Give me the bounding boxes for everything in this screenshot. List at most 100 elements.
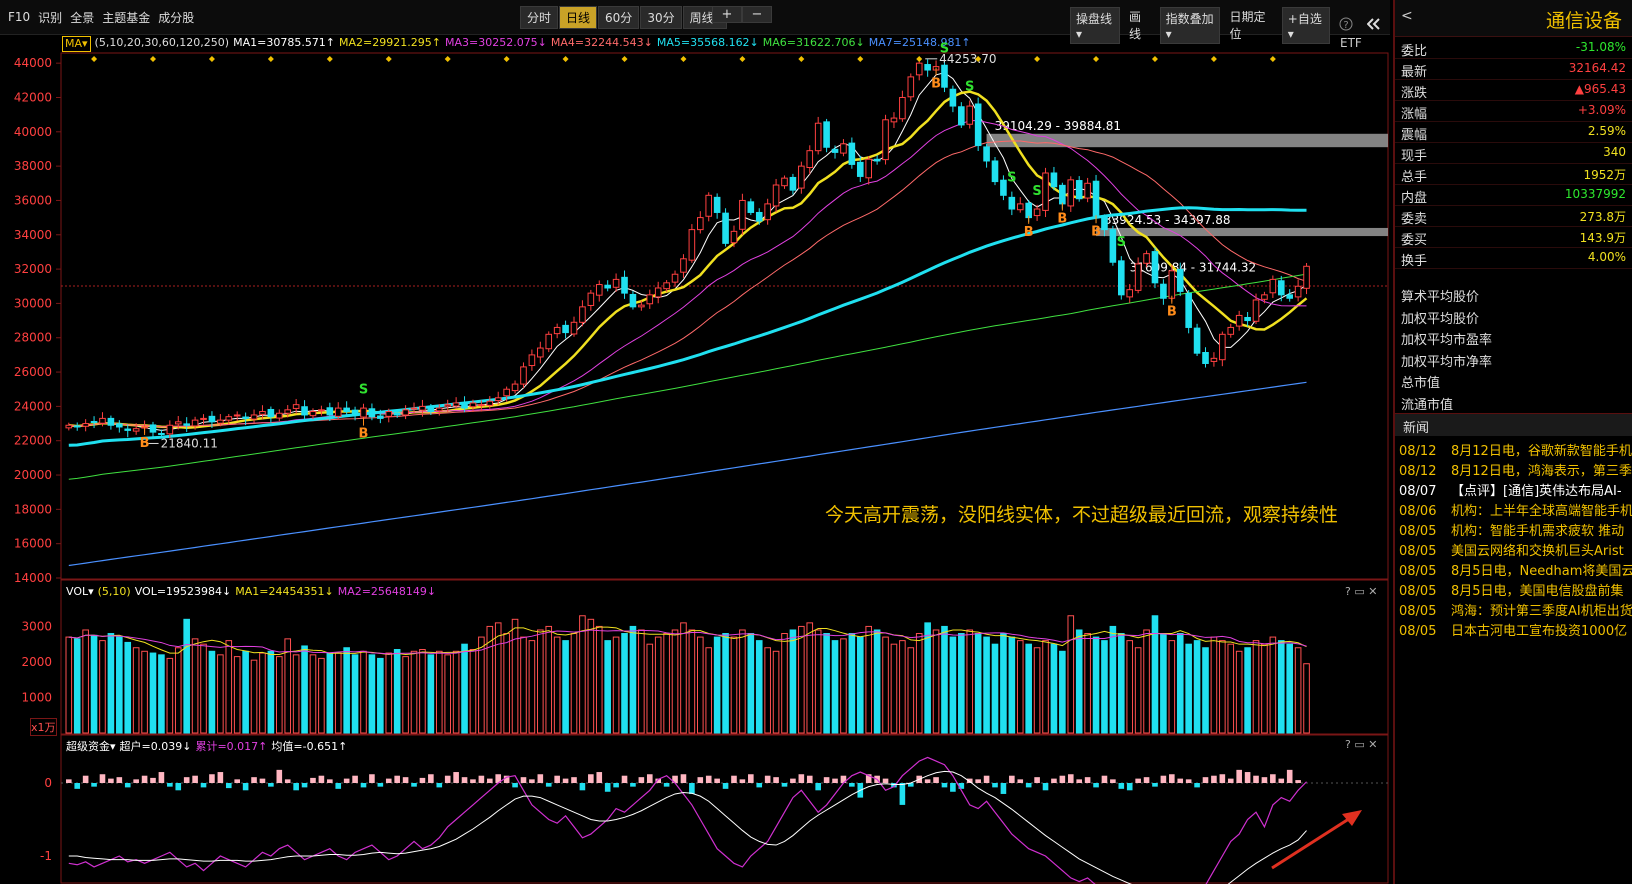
candle-body — [1235, 314, 1243, 327]
volume-bar — [503, 633, 510, 734]
fund-bar — [512, 783, 518, 788]
vol-panel-controls[interactable]: ? ▭ ✕ — [1345, 585, 1377, 598]
candle-body — [276, 412, 283, 419]
volume-bar — [1016, 640, 1024, 734]
vol-selector[interactable]: VOL▾ — [66, 585, 94, 598]
candle-body — [562, 324, 569, 334]
volume-bar — [654, 636, 662, 734]
fund-bar — [436, 783, 443, 788]
candle-body — [890, 117, 898, 123]
volume-bar — [73, 638, 81, 734]
vol-legend: VOL▾ (5,10) VOL=19523984↓ MA1=24454351↓ … — [66, 585, 440, 598]
volume-bar — [1210, 636, 1218, 734]
candle-body — [309, 411, 317, 417]
fund-bar — [259, 778, 266, 783]
fund-bar — [638, 777, 645, 783]
volume-bar — [259, 652, 266, 734]
fund-bar — [293, 783, 299, 791]
news-item[interactable]: 08/05 日本古河电工宣布投资1000亿 — [1399, 620, 1632, 640]
news-date: 08/06 — [1399, 504, 1437, 519]
volume-bar — [1050, 643, 1058, 734]
fund-bar — [1185, 779, 1192, 783]
fund-cumulative-value: 累计=0.017↑ — [195, 740, 268, 753]
volume-bar — [1176, 633, 1184, 734]
fund-bar — [192, 775, 198, 783]
volume-bar — [65, 636, 73, 734]
volume-bar — [107, 633, 115, 734]
candle-body — [1126, 289, 1134, 298]
candle-body — [444, 404, 451, 407]
candle-body — [764, 203, 771, 221]
fund-bar — [1067, 774, 1074, 783]
volume-bar — [191, 638, 199, 734]
volume-bar — [326, 652, 334, 734]
volume-bar — [941, 625, 948, 734]
news-item[interactable]: 08/05 美国云网络和交换机巨头Arist — [1399, 540, 1632, 560]
candle-body — [1134, 263, 1142, 291]
fund-bar — [1051, 778, 1057, 783]
quote-row-label: 震幅 — [1401, 128, 1428, 143]
volume-bar — [494, 622, 502, 734]
volume-bar — [1294, 647, 1302, 734]
candle-body — [318, 409, 325, 412]
fund-bar — [554, 775, 560, 783]
fund-bar — [116, 777, 123, 783]
price-tick: 16000 — [14, 537, 52, 551]
news-item[interactable]: 08/12 8月12日电，谷歌新款智能手机 — [1399, 440, 1632, 460]
candle-body — [1084, 182, 1091, 199]
fund-bar — [82, 775, 89, 783]
candle-body — [166, 424, 174, 435]
vol-value: VOL=19523984↓ — [134, 585, 232, 598]
price-tick: 30000 — [14, 296, 52, 310]
news-item[interactable]: 08/12 8月12日电，鸿海表示，第三季 — [1399, 460, 1632, 480]
volume-bar — [377, 657, 384, 734]
price-tick: 24000 — [14, 399, 52, 413]
candle-body — [242, 416, 249, 419]
fund-selector[interactable]: 超级资金▾ — [66, 738, 116, 754]
news-item[interactable]: 08/05 鸿海：预计第三季度AI机柜出货 — [1399, 600, 1632, 620]
quote-row-value: 273.8万 — [1579, 210, 1626, 224]
volume-bar — [132, 647, 140, 734]
candle-body — [343, 407, 350, 413]
candle-body — [654, 287, 662, 298]
volume-bar — [1092, 636, 1100, 734]
news-item[interactable]: 08/05 机构：智能手机需求疲软 推动 — [1399, 520, 1632, 540]
candle-body — [452, 402, 460, 407]
fund-panel-controls[interactable]: ? ▭ ✕ — [1345, 738, 1377, 751]
sell-signal: S — [1007, 171, 1016, 186]
news-headline: 机构：智能手机需求疲软 推动 — [1451, 524, 1625, 539]
fund-bar — [428, 774, 434, 783]
fund-bar — [284, 779, 291, 783]
fund-bar — [487, 778, 493, 783]
volume-bar — [924, 622, 931, 734]
candle-body — [1193, 327, 1201, 354]
fund-bar — [790, 778, 796, 783]
news-item[interactable]: 08/07 【点评】[通信]英伟达布局AI- — [1399, 480, 1632, 500]
candle-body — [410, 407, 418, 410]
volume-bar — [1101, 640, 1108, 734]
quote-row-label: 委卖 — [1401, 212, 1428, 227]
fund-bar — [899, 783, 906, 805]
fund-bar — [1076, 779, 1082, 783]
price-tick: 22000 — [14, 434, 52, 448]
fund-bar — [217, 772, 224, 783]
back-icon[interactable]: < — [1401, 8, 1413, 24]
news-date: 08/05 — [1399, 544, 1437, 559]
candle-body — [907, 76, 915, 98]
candle-body — [579, 306, 586, 323]
news-headline: 鸿海：预计第三季度AI机柜出货 — [1451, 604, 1632, 619]
quote-row-label: 最新 — [1401, 65, 1428, 80]
news-item[interactable]: 08/06 机构：上半年全球高端智能手机 — [1399, 500, 1632, 520]
quote-row-8: 委卖 273.8万 — [1395, 206, 1632, 227]
news-item[interactable]: 08/05 8月5日电，Needham将美国云 — [1399, 560, 1632, 580]
volume-bar — [612, 636, 620, 734]
candle-body — [208, 415, 216, 423]
price-tick: 42000 — [14, 90, 52, 104]
fund-bar — [705, 775, 712, 783]
news-item[interactable]: 08/05 8月5日电，美国电信股盘前集 — [1399, 580, 1632, 600]
volume-bar — [806, 622, 814, 734]
news-date: 08/05 — [1399, 584, 1437, 599]
fund-bar — [1286, 769, 1293, 783]
candle-body — [873, 158, 881, 162]
candle-body — [747, 201, 755, 213]
